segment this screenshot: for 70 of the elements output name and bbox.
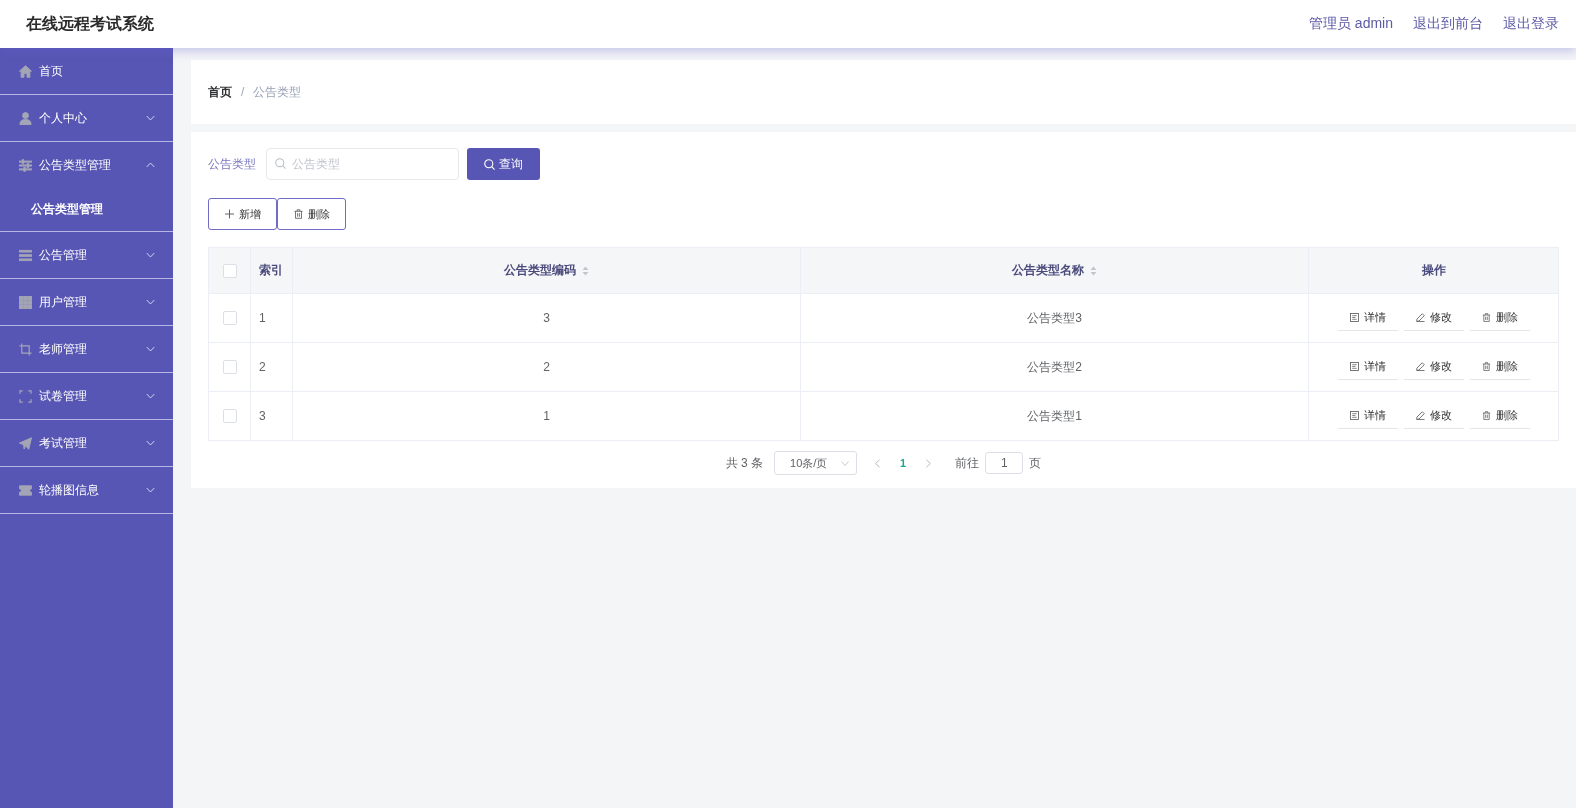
row-checkbox[interactable] xyxy=(222,409,237,424)
pencil-icon xyxy=(1415,313,1425,322)
menu-item[interactable]: 首页 xyxy=(0,48,173,94)
menu-item[interactable]: 试卷管理 xyxy=(0,373,173,419)
breadcrumb-separator: / xyxy=(241,85,245,99)
document-icon xyxy=(1349,411,1359,420)
page-jump-input[interactable]: 1 xyxy=(985,452,1024,474)
menu-item[interactable]: 老师管理 xyxy=(0,326,173,372)
document-icon xyxy=(1349,313,1359,322)
column-header: 公告类型名称 xyxy=(1012,263,1084,277)
delete-button[interactable]: 删除 xyxy=(277,198,346,230)
chevron-left-icon[interactable] xyxy=(875,458,881,468)
trash-icon xyxy=(1481,313,1491,322)
table-cell: 3 xyxy=(250,391,293,441)
plus-icon xyxy=(224,209,234,219)
column-header: 公告类型编码 xyxy=(504,263,576,277)
search-field[interactable]: 公告类型 xyxy=(266,148,459,180)
goto-label: 前往 xyxy=(955,454,980,472)
header-link[interactable]: 退出到前台 xyxy=(1413,15,1483,33)
chevron-right-icon[interactable] xyxy=(926,458,932,468)
sliders-icon xyxy=(19,158,32,172)
row-checkbox[interactable] xyxy=(222,360,237,375)
breadcrumb-link[interactable]: 首页 xyxy=(208,83,232,101)
trash-icon xyxy=(293,209,303,219)
menu-item[interactable]: 用户管理 xyxy=(0,279,173,325)
table-cell: 1 xyxy=(250,293,293,343)
table-cell: 公告类型1 xyxy=(800,391,1309,441)
crop-icon xyxy=(19,342,32,356)
table-cell: 公告类型3 xyxy=(800,293,1309,343)
table-cell: 3 xyxy=(292,293,801,343)
column-header: 操作 xyxy=(1421,263,1446,277)
paper-plane-icon xyxy=(19,436,32,450)
grid-icon xyxy=(19,295,32,309)
row-checkbox[interactable] xyxy=(222,311,237,326)
add-button[interactable]: 新增 xyxy=(208,198,277,230)
trash-icon xyxy=(1481,411,1491,420)
total-count: 共 3 条 xyxy=(725,454,764,472)
menu-item[interactable]: 轮播图信息 xyxy=(0,467,173,513)
sort-icon[interactable] xyxy=(1090,265,1097,276)
app-title: 在线远程考试系统 xyxy=(26,13,154,34)
person-icon xyxy=(19,111,32,125)
search-icon xyxy=(275,158,286,169)
home-icon xyxy=(19,64,32,78)
frame-icon xyxy=(19,389,32,403)
menu-item[interactable]: 考试管理 xyxy=(0,420,173,466)
menu-item[interactable]: 公告类型管理 xyxy=(0,142,173,188)
ticket-icon xyxy=(19,483,32,497)
page-suffix-label: 页 xyxy=(1029,454,1042,472)
menu-item[interactable]: 公告管理 xyxy=(0,232,173,278)
sort-icon[interactable] xyxy=(582,265,589,276)
column-header: 索引 xyxy=(259,263,283,277)
menu-item[interactable]: 个人中心 xyxy=(0,95,173,141)
header-link[interactable]: 退出登录 xyxy=(1503,15,1559,33)
search-icon xyxy=(484,158,495,170)
document-icon xyxy=(1349,362,1359,371)
search-button[interactable]: 查询 xyxy=(467,148,540,180)
pencil-icon xyxy=(1415,411,1425,420)
page-size-select[interactable]: 10条/页 xyxy=(774,451,858,475)
submenu-item[interactable]: 公告类型管理 xyxy=(0,188,173,231)
table-cell: 公告类型2 xyxy=(800,342,1309,392)
caret-icon xyxy=(841,460,850,466)
list-icon xyxy=(19,248,32,262)
table-cell: 1 xyxy=(292,391,801,441)
table-cell: 2 xyxy=(250,342,293,392)
header-link[interactable]: 管理员 admin xyxy=(1308,15,1393,33)
trash-icon xyxy=(1481,362,1491,371)
select-all-checkbox[interactable] xyxy=(222,263,237,278)
table-cell: 2 xyxy=(292,342,801,392)
pencil-icon xyxy=(1415,362,1425,371)
search-label: 公告类型 xyxy=(208,155,256,173)
